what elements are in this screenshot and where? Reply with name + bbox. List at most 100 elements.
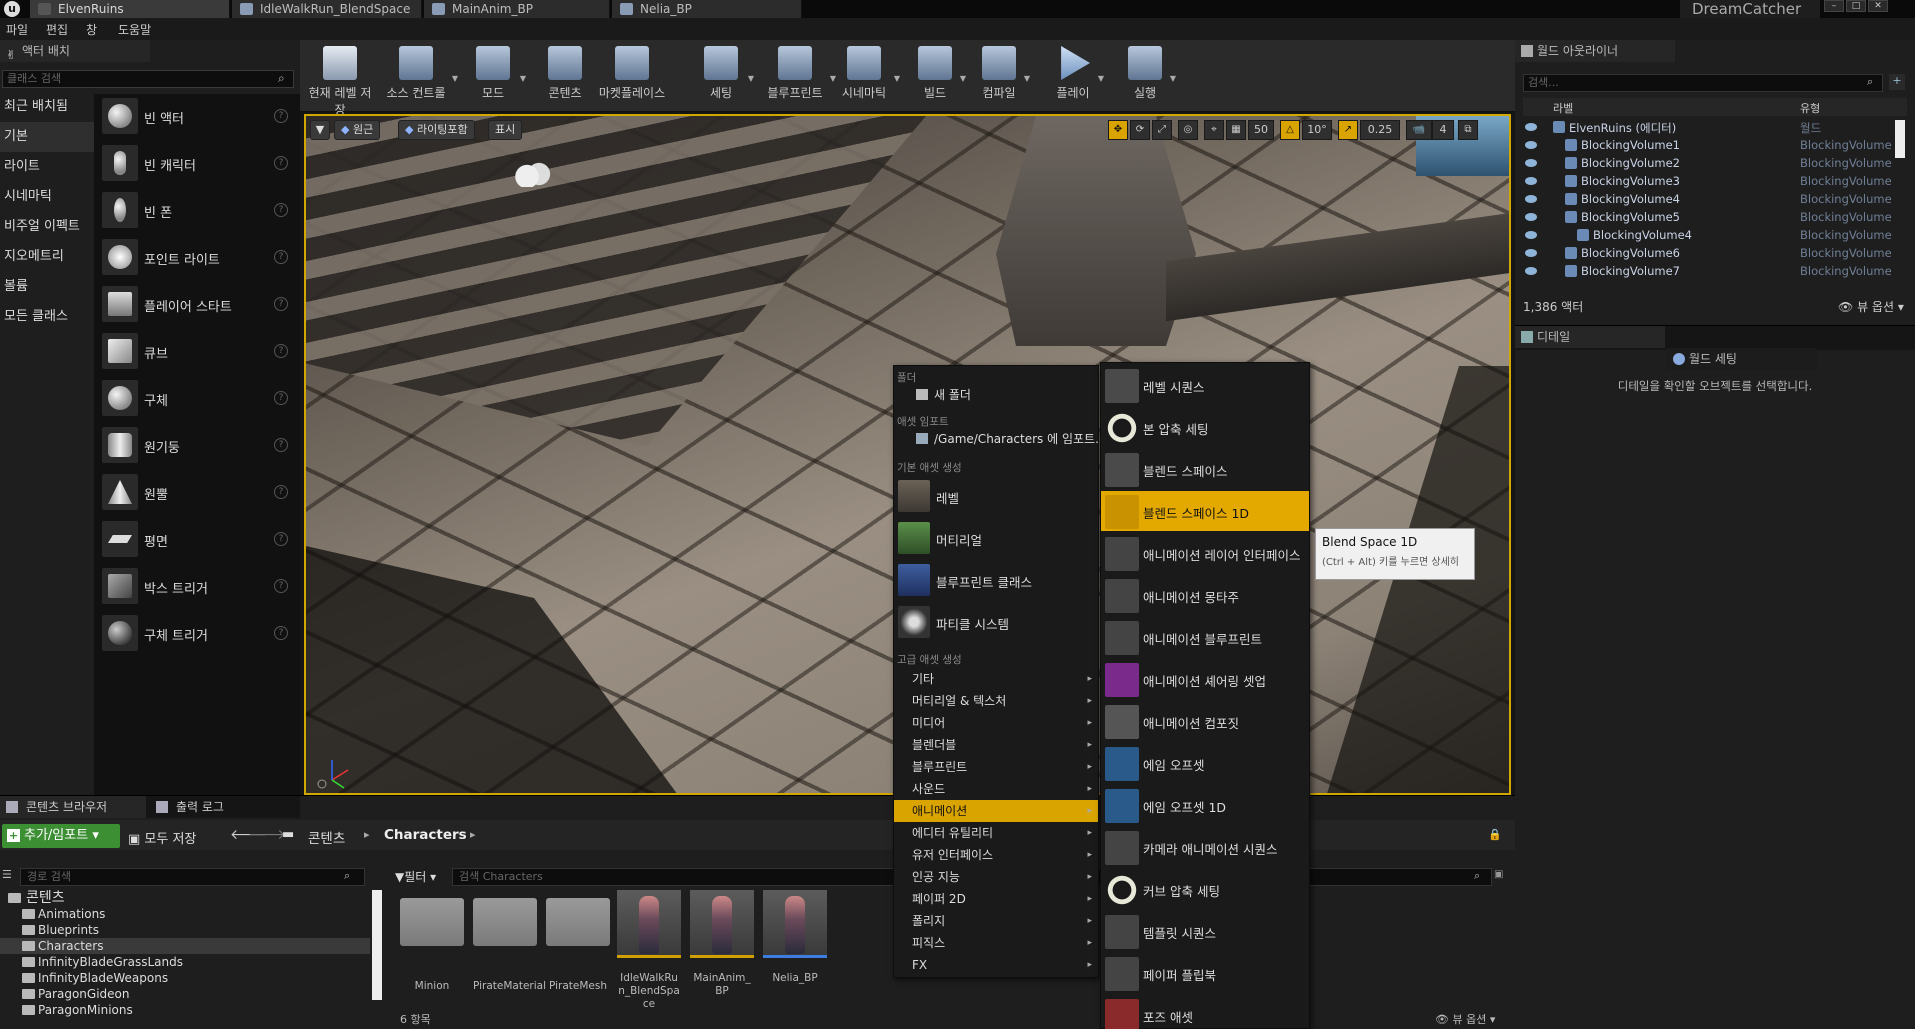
submenu-item[interactable]: 애니메이션 몽타주 [1101, 575, 1309, 615]
add-import-button[interactable]: + 추가/임포트 ▾ [2, 824, 120, 848]
tree-item-content[interactable]: 콘텐츠 [0, 890, 370, 906]
help-icon[interactable]: ? [274, 109, 288, 123]
visibility-eye-icon[interactable] [1525, 195, 1537, 203]
help-icon[interactable]: ? [274, 391, 288, 405]
outliner-row[interactable]: ElvenRuins (에디터) 월드 [1523, 118, 1907, 136]
help-icon[interactable]: ? [274, 344, 288, 358]
visibility-eye-icon[interactable] [1525, 177, 1537, 185]
content-view-options-button[interactable]: 👁 뷰 옵션 ▾ [1435, 1011, 1495, 1027]
visibility-eye-icon[interactable] [1525, 213, 1537, 221]
outliner-row[interactable]: BlockingVolume6 BlockingVolume [1523, 244, 1907, 262]
camera-speed-value[interactable]: 4 [1432, 120, 1454, 140]
class-search-input[interactable]: 클래스 검색 [2, 70, 294, 88]
compile-button[interactable]: 컴파일 ▼ [976, 46, 1030, 108]
outliner-row[interactable]: BlockingVolume2 BlockingVolume [1523, 154, 1907, 172]
outliner-row[interactable]: BlockingVolume4 BlockingVolume [1523, 226, 1907, 244]
place-item-plane[interactable]: 평면? [94, 517, 294, 563]
submenu-item[interactable]: 애니메이션 컴포짓 [1101, 701, 1309, 741]
visibility-eye-icon[interactable] [1525, 141, 1537, 149]
category-geometry[interactable]: 지오메트리 [0, 242, 94, 272]
advanced-item[interactable]: 유저 인터페이스 ▸ [894, 844, 1098, 866]
world-space-icon[interactable]: ◎ [1178, 120, 1198, 140]
outliner-row[interactable]: BlockingVolume5 BlockingVolume [1523, 208, 1907, 226]
create-level-item[interactable]: 레벨 [894, 476, 1098, 516]
tree-item-paragongideon[interactable]: ParagonGideon [0, 986, 370, 1002]
content-browser-tab[interactable]: 콘텐츠 브라우저 [0, 796, 146, 818]
place-item-sphere-trigger[interactable]: 구체 트리거? [94, 611, 294, 657]
place-item-empty-pawn[interactable]: 빈 폰? [94, 188, 294, 234]
tree-item-infinitybladeweapons[interactable]: InfinityBladeWeapons [0, 970, 370, 986]
submenu-item[interactable]: 애니메이션 블루프린트 [1101, 617, 1309, 657]
outliner-scrollbar[interactable] [1895, 120, 1905, 158]
details-tab[interactable]: 디테일 [1515, 326, 1665, 348]
create-material-item[interactable]: 머티리얼 [894, 518, 1098, 558]
asset-piratemesh[interactable]: PirateMesh [546, 890, 610, 1000]
modes-button[interactable]: 모드 ▼ [468, 46, 526, 108]
advanced-item[interactable]: 기타 ▸ [894, 668, 1098, 690]
cinematics-button[interactable]: 시네마틱 ▼ [836, 46, 900, 108]
world-settings-tab[interactable]: 월드 세팅 [1667, 348, 1817, 370]
help-icon[interactable]: ? [274, 203, 288, 217]
asset-idlewalkrun-blendspace[interactable]: IdleWalkRun_BlendSpace [617, 890, 681, 1010]
grid-snap-icon[interactable]: ▦ [1226, 120, 1246, 140]
perspective-button[interactable]: ◆ 원근 [334, 120, 381, 140]
tree-item-blueprints[interactable]: Blueprints [0, 922, 370, 938]
new-folder-item[interactable]: 새 폴더 [894, 386, 1098, 404]
lighting-mode-button[interactable]: ◆ 라이팅포함 [398, 120, 475, 140]
help-icon[interactable]: ? [274, 156, 288, 170]
save-search-icon[interactable]: ▣ [1494, 869, 1503, 880]
submenu-item[interactable]: 블렌드 스페이스 [1101, 449, 1309, 489]
place-item-empty-actor[interactable]: 빈 액터? [94, 94, 294, 140]
place-item-empty-character[interactable]: 빈 캐릭터? [94, 141, 294, 187]
advanced-item[interactable]: 폴리지 ▸ [894, 910, 1098, 932]
place-item-box-trigger[interactable]: 박스 트리거? [94, 564, 294, 610]
rotate-icon[interactable]: ⟳ [1130, 120, 1150, 140]
breadcrumb-current[interactable]: Characters [384, 827, 467, 843]
advanced-item[interactable]: 인공 지능 ▸ [894, 866, 1098, 888]
advanced-item[interactable]: FX ▸ [894, 954, 1098, 976]
maximize-button[interactable]: □ [1846, 0, 1866, 12]
blueprints-button[interactable]: 블루프린트 ▼ [762, 46, 836, 108]
marketplace-button[interactable]: 마켓플레이스 [596, 46, 668, 108]
import-item[interactable]: /Game/Characters 에 임포트... [894, 430, 1098, 448]
asset-minion[interactable]: Minion [400, 890, 464, 1000]
tree-item-animations[interactable]: Animations [0, 906, 370, 922]
place-item-cube[interactable]: 큐브? [94, 329, 294, 375]
help-icon[interactable]: ? [274, 579, 288, 593]
submenu-item[interactable]: 페이퍼 플립북 [1101, 953, 1309, 993]
advanced-item[interactable]: 사운드 ▸ [894, 778, 1098, 800]
asset-mainanim-bp[interactable]: MainAnim_BP [690, 890, 754, 1000]
world-outliner-tab[interactable]: 월드 아웃라이너 [1515, 40, 1675, 62]
submenu-item[interactable]: 커브 압축 세팅 [1101, 869, 1309, 909]
category-basic[interactable]: 기본 [0, 122, 94, 152]
place-actors-tab[interactable]: ✌ 액터 배치 [0, 40, 150, 62]
build-button[interactable]: 빌드 ▼ [912, 46, 966, 108]
create-particle-system-item[interactable]: 파티클 시스템 [894, 602, 1098, 642]
submenu-item[interactable]: 본 압축 세팅 [1101, 407, 1309, 447]
grid-snap-value[interactable]: 50 [1248, 120, 1274, 140]
tree-item-paragonminions[interactable]: ParagonMinions [0, 1002, 370, 1018]
help-icon[interactable]: ? [274, 438, 288, 452]
submenu-item[interactable]: 애니메이션 레이어 인터페이스 [1101, 533, 1309, 573]
category-all-classes[interactable]: 모든 클래스 [0, 302, 94, 332]
submenu-item[interactable]: 카메라 애니메이션 시퀀스 [1101, 827, 1309, 867]
asset-nelia-bp[interactable]: Nelia_BP [763, 890, 827, 1000]
save-all-button[interactable]: ▣ 모두 저장 [128, 828, 196, 847]
outliner-search-input[interactable]: 검색... [1523, 74, 1883, 92]
advanced-item[interactable]: 블루프린트 ▸ [894, 756, 1098, 778]
forward-arrow-icon[interactable]: 🡒 [248, 826, 286, 843]
content-button[interactable]: 콘텐츠 [540, 46, 590, 108]
camera-speed-icon[interactable]: 📹 [1406, 120, 1432, 140]
submenu-item[interactable]: 에임 오프셋 1D [1101, 785, 1309, 825]
category-volumes[interactable]: 볼륨 [0, 272, 94, 302]
scale-icon[interactable]: ⤢ [1152, 120, 1172, 140]
tree-item-characters[interactable]: Characters [0, 938, 370, 954]
menu-file[interactable]: 파일 [6, 21, 28, 38]
launch-button[interactable]: 실행 ▼ [1122, 46, 1176, 108]
outliner-row[interactable]: BlockingVolume7 BlockingVolume [1523, 262, 1907, 280]
tab-mainanim-bp[interactable]: MainAnim_BP [424, 0, 610, 18]
submenu-item[interactable]: 템플릿 시퀀스 [1101, 911, 1309, 951]
sources-toggle-icon[interactable]: ☰ [2, 868, 12, 881]
rotation-snap-icon[interactable]: △ [1280, 120, 1300, 140]
visibility-eye-icon[interactable] [1525, 231, 1537, 239]
